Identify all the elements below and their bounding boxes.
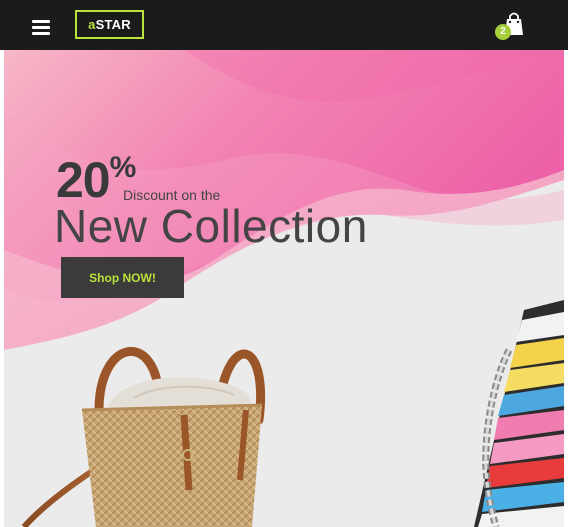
top-navigation-bar: a STAR 2: [0, 0, 568, 50]
menu-button[interactable]: [26, 14, 58, 40]
logo-text: STAR: [95, 17, 131, 32]
logo-prefix: a: [88, 17, 96, 32]
site-logo[interactable]: a STAR: [75, 10, 144, 39]
cart-count-badge: 2: [495, 24, 511, 40]
colorful-beaded-bag-image: [474, 300, 564, 527]
cart-button[interactable]: 2: [495, 8, 531, 42]
hero-banner: 20% Discount on the New Collection Shop …: [4, 50, 564, 527]
